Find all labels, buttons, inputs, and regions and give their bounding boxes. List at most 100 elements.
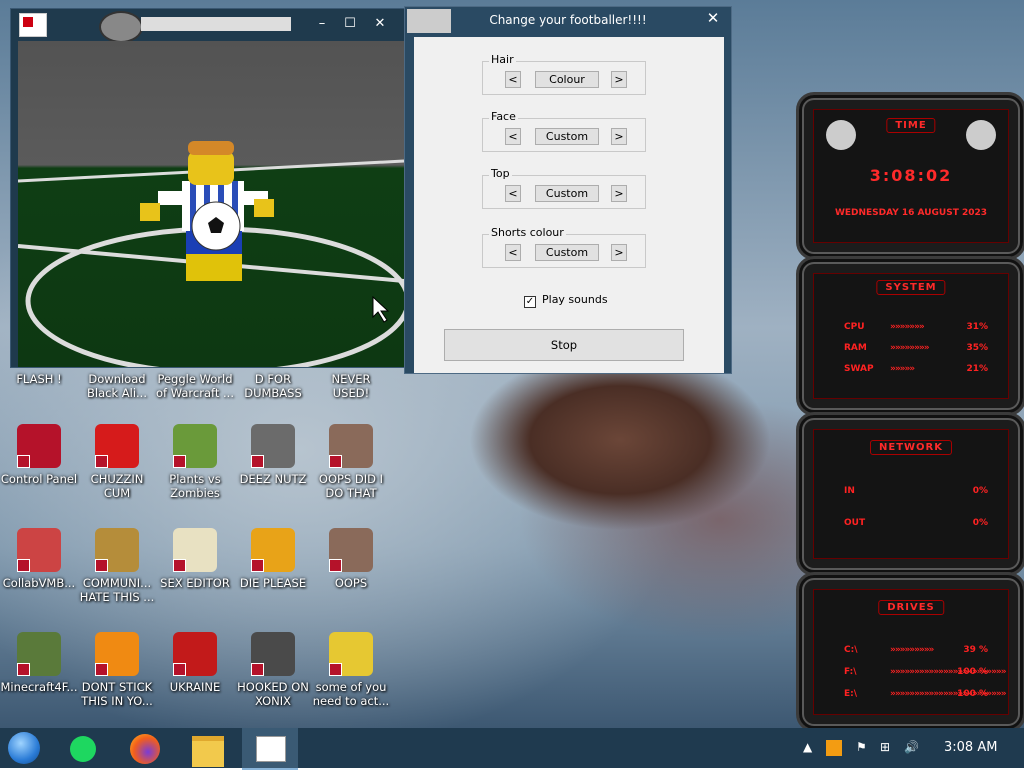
desktop-icon-label: CollabVMB...	[2, 576, 76, 590]
game-app-taskbar-button[interactable]	[242, 728, 298, 770]
volume-icon[interactable]: 🔊	[904, 740, 919, 754]
desktop-icon[interactable]: OOPS DID I DO THAT	[312, 424, 390, 500]
desktop-icon[interactable]: NEVER USED!	[312, 372, 390, 400]
desktop-icon[interactable]: CHUZZIN CUM	[78, 424, 156, 500]
taskbar: ▲ ⚑ ⊞ 🔊 3:08 AM	[0, 728, 1024, 770]
notes-icon[interactable]	[70, 736, 96, 762]
portrait-icon	[329, 528, 373, 572]
face-prev-button[interactable]: <	[505, 128, 521, 145]
drives-panel: DRIVES C:\ »»»»»»»»» 39 % F:\ »»»»»»»»»»»»»»…	[813, 589, 1009, 715]
gadget-row-label: CPU	[844, 322, 865, 332]
top-next-button[interactable]: >	[611, 185, 627, 202]
taskbar-clock[interactable]: 3:08 AM	[944, 740, 997, 755]
desktop-icon-label: DIE PLEASE	[239, 576, 307, 590]
radiation-icon	[173, 632, 217, 676]
hair-next-button[interactable]: >	[611, 71, 627, 88]
top-prev-button[interactable]: <	[505, 185, 521, 202]
shorts-next-button[interactable]: >	[611, 244, 627, 261]
shorts-value-button[interactable]: Custom	[535, 244, 599, 261]
start-orb-icon[interactable]	[8, 732, 40, 764]
gadget-row: E:\ »»»»»»»»»»»»»»»»»»»»»»»» 100 %	[844, 689, 1007, 701]
gadget-row-value: 31%	[966, 322, 988, 332]
desktop-icon-label: OOPS	[334, 576, 368, 590]
hair-prev-button[interactable]: <	[505, 71, 521, 88]
desktop-icon[interactable]: D FOR DUMBASS	[234, 372, 312, 400]
game-window-titlebar[interactable]: – ☐ ✕	[11, 9, 405, 43]
desktop-icon[interactable]: Plants vs Zombies	[156, 424, 234, 500]
clock-date: WEDNESDAY 16 AUGUST 2023	[834, 208, 988, 218]
shortcut-arrow-icon	[329, 663, 342, 676]
money-bag-icon	[95, 528, 139, 572]
show-hidden-icons-icon[interactable]: ▲	[803, 740, 812, 754]
desktop-icon-label: Plants vs Zombies	[169, 472, 221, 500]
portrait-icon	[329, 424, 373, 468]
desktop-icon[interactable]: Download Black Ali...	[78, 372, 156, 400]
network-icon[interactable]: ⊞	[880, 740, 890, 754]
play-sounds-checkbox[interactable]: ✓ Play sounds	[524, 293, 608, 308]
gadget-row-label: IN	[844, 486, 855, 496]
network-gadget: NETWORK IN 0% OUT 0%	[796, 412, 1024, 576]
game-viewport[interactable]	[18, 41, 404, 367]
minecraft-icon	[17, 632, 61, 676]
stop-button[interactable]: Stop	[444, 329, 684, 361]
time-gadget: TIME 3:08:02 WEDNESDAY 16 AUGUST 2023	[796, 92, 1024, 260]
shortcut-arrow-icon	[173, 559, 186, 572]
gadget-row: OUT 0%	[844, 518, 988, 530]
desktop-icon[interactable]: UKRAINE	[156, 632, 234, 694]
vlc-icon	[95, 632, 139, 676]
file-explorer-icon[interactable]	[192, 736, 224, 767]
change-footballer-dialog[interactable]: Change your footballer!!!! ✕ Hair < Colo…	[404, 6, 732, 374]
shortcut-arrow-icon	[329, 455, 342, 468]
system-gadget: SYSTEM CPU »»»»»»» 31% RAM »»»»»»»» 35% SWAP »»…	[796, 256, 1024, 416]
gadget-row-value: 0%	[972, 486, 988, 496]
desktop-icon[interactable]: SEX EDITOR	[156, 528, 234, 590]
desktop-icon[interactable]: DEEZ NUTZ	[234, 424, 312, 486]
control-panel-icon	[17, 424, 61, 468]
desktop-icon-label: Download Black Ali...	[87, 372, 147, 400]
hair-value-button[interactable]: Colour	[535, 71, 599, 88]
face-next-button[interactable]: >	[611, 128, 627, 145]
shortcut-arrow-icon	[95, 559, 108, 572]
top-value-button[interactable]: Custom	[535, 185, 599, 202]
checkbox-box[interactable]: ✓	[524, 296, 536, 308]
game-window[interactable]: – ☐ ✕	[10, 8, 406, 368]
group-label: Top	[489, 167, 512, 180]
shortcut-arrow-icon	[17, 455, 30, 468]
maximize-button[interactable]: ☐	[339, 15, 361, 33]
xonix-icon	[251, 632, 295, 676]
gadget-row-meter: »»»»»»»»»»»»»»»»»»»»»»»»	[890, 689, 1007, 699]
desktop-icon[interactable]: COMMUNI... HATE THIS ...	[78, 528, 156, 604]
desktop-icon[interactable]: some of you need to act...	[312, 632, 390, 708]
minimize-button[interactable]: –	[311, 15, 333, 33]
desktop-icon[interactable]: FLASH !	[0, 372, 78, 386]
clock-digital: 3:08:02	[869, 166, 953, 185]
gadget-row-label: F:\	[844, 667, 857, 677]
desktop-icon[interactable]: Control Panel	[0, 424, 78, 486]
gadget-row-meter: »»»»»»»»	[890, 343, 930, 353]
firefox-icon[interactable]	[130, 734, 160, 764]
shortcut-arrow-icon	[17, 663, 30, 676]
group-label: Face	[489, 110, 518, 123]
desktop-icon[interactable]: CollabVMB...	[0, 528, 78, 590]
group-face: Face < Custom >	[482, 110, 646, 152]
shorts-prev-button[interactable]: <	[505, 244, 521, 261]
face-value-button[interactable]: Custom	[535, 128, 599, 145]
flag-icon[interactable]: ⚑	[856, 740, 867, 754]
close-button[interactable]: ✕	[369, 15, 391, 33]
gadget-row: SWAP »»»»» 21%	[844, 364, 988, 376]
desktop-icon[interactable]: OOPS	[312, 528, 390, 590]
desktop-icon[interactable]: DONT STICK THIS IN YO...	[78, 632, 156, 708]
desktop-icon[interactable]: DIE PLEASE	[234, 528, 312, 590]
desktop-icon[interactable]: HOOKED ON XONIX	[234, 632, 312, 708]
shortcut-arrow-icon	[173, 455, 186, 468]
desktop-icon-label: DEEZ NUTZ	[239, 472, 307, 486]
desktop-icon-label: Minecraft4F...	[0, 680, 78, 694]
desktop-icon[interactable]: Minecraft4F...	[0, 632, 78, 694]
dialog-close-button[interactable]: ✕	[703, 9, 723, 27]
tray-app-icon[interactable]	[826, 740, 842, 756]
alien-icon	[966, 120, 996, 150]
desktop-icon-label: HOOKED ON XONIX	[237, 680, 309, 708]
desktop-icon[interactable]: Peggle World of Warcraft ...	[156, 372, 234, 400]
gadget-row-label: OUT	[844, 518, 866, 528]
gadget-row-meter: »»»»»»»	[890, 322, 925, 332]
